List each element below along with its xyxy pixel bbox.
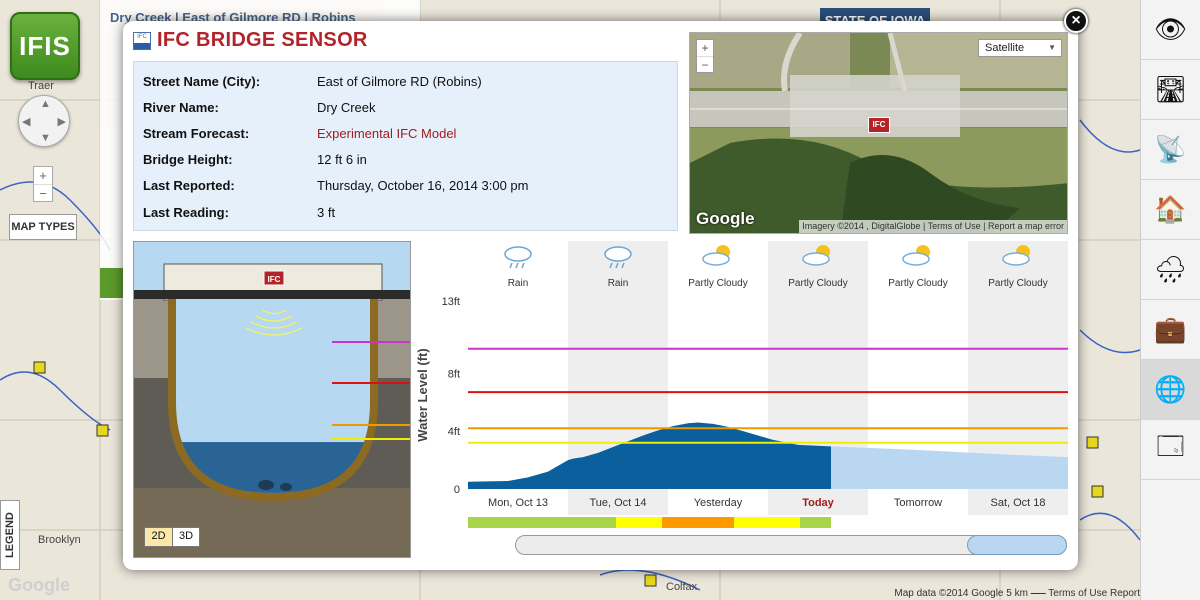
y-tick-label: 13ft (442, 296, 460, 308)
map-zoom-in-button[interactable]: + (34, 167, 52, 184)
weather-label: Partly Cloudy (988, 278, 1047, 289)
x-tick-label: Sat, Oct 18 (990, 497, 1045, 509)
pan-right-icon[interactable]: ▶ (58, 115, 66, 128)
info-label: Street Name (City): (143, 74, 261, 89)
x-tick-label: Tomorrow (894, 497, 942, 509)
water-level-chart: Rain Rain Partly Cloudy Partly Cloudy Partly… (413, 241, 1069, 558)
water-level-chart-svg: Rain Rain Partly Cloudy Partly Cloudy Partly… (415, 241, 1068, 528)
bridge-sensor-marker[interactable]: IFC (868, 117, 890, 133)
bridge-cross-section: IFC (134, 242, 410, 557)
right-sidebar: 👁 🛣 📡 🏠 🌧 💼 🌐 🗔 (1140, 0, 1200, 600)
view-toggle: 2D 3D (144, 527, 200, 547)
sidebar-item-road[interactable]: 🛣 (1141, 60, 1200, 120)
info-label: Stream Forecast: (143, 126, 250, 141)
x-tick-label: Tue, Oct 14 (589, 497, 646, 509)
satellite-zoom-out-button[interactable]: − (697, 56, 713, 72)
risk-bar-segment (616, 517, 662, 528)
satellite-attribution[interactable]: Imagery ©2014 , DigitalGlobe | Terms of … (799, 220, 1067, 233)
chart-scrollbar-thumb[interactable] (967, 535, 1067, 555)
chart-scrollbar[interactable] (515, 535, 1067, 555)
weather-label: Partly Cloudy (888, 278, 947, 289)
ifc-logo-icon: IFC (133, 31, 151, 50)
weather-label: Partly Cloudy (788, 278, 847, 289)
x-tick-label: Today (802, 497, 834, 509)
map-zoom-out-button[interactable]: − (34, 184, 52, 201)
place-label-colfax: Colfax (666, 581, 698, 593)
modal-header: IFC IFC BRIDGE SENSOR (133, 29, 368, 52)
info-label: Bridge Height: (143, 152, 233, 167)
sidebar-item-flood-house[interactable]: 🏠 (1141, 180, 1200, 240)
road-icon: 🛣 (1154, 74, 1188, 104)
sidebar-item-rain-cloud[interactable]: 🌧 (1141, 240, 1200, 300)
risk-bar-segment (800, 517, 831, 528)
satellite-dish-icon: 📡 (1154, 134, 1187, 164)
map-type-value: Satellite (985, 42, 1025, 54)
y-tick-label: 4ft (448, 426, 460, 438)
sidebar-item-satellite-dish[interactable]: 📡 (1141, 120, 1200, 180)
globe-icon: 🌐 (1154, 374, 1187, 404)
rain-cloud-icon (504, 246, 532, 269)
ifis-logo[interactable]: IFIS (10, 12, 80, 80)
x-tick-label: Yesterday (694, 497, 743, 509)
sidebar-item-briefcase[interactable]: 💼 (1141, 300, 1200, 360)
pan-down-icon[interactable]: ▼ (40, 132, 51, 144)
y-axis-label: Water Level (ft) (415, 348, 430, 441)
satellite-zoom-control: + − (696, 39, 714, 73)
pan-control[interactable]: ▲ ▼ ◀ ▶ (18, 95, 70, 147)
briefcase-icon: 💼 (1154, 314, 1187, 344)
info-label: Last Reported: (143, 178, 235, 193)
risk-bar-segment (468, 517, 616, 528)
bridge-sensor-modal: IFC IFC BRIDGE SENSOR Street Name (City)… (123, 21, 1078, 570)
flood-house-icon: 🏠 (1154, 194, 1187, 224)
map-types-button[interactable]: MAP TYPES (9, 214, 77, 240)
place-label-brooklyn: Brooklyn (38, 534, 81, 546)
weather-label: Rain (508, 278, 529, 289)
satellite-map[interactable]: + − Satellite ▼ IFC Google Imagery ©2014… (689, 32, 1068, 234)
diagram-ifc-marker: IFC (268, 275, 281, 284)
y-tick-label: 0 (454, 484, 460, 496)
info-label: Last Reading: (143, 205, 229, 220)
info-value: Dry Creek (317, 100, 376, 115)
view-2d-button[interactable]: 2D (145, 528, 172, 546)
bridge-diagram: IFC 2D 3D (133, 241, 411, 558)
google-logo: Google (8, 575, 70, 595)
info-label: River Name: (143, 100, 219, 115)
close-modal-button[interactable]: × (1064, 9, 1088, 33)
sidebar-item-globe[interactable]: 🌐 (1141, 360, 1200, 420)
partly-cloudy-icon (902, 245, 930, 266)
eye-icon: 👁 (1154, 14, 1188, 44)
info-value: 3 ft (317, 205, 336, 220)
legend-tab[interactable]: LEGEND (0, 500, 20, 570)
pan-up-icon[interactable]: ▲ (40, 98, 51, 110)
sidebar-item-window-cursor[interactable]: 🗔 (1141, 420, 1200, 480)
satellite-imagery (690, 33, 1067, 233)
modal-title: IFC BRIDGE SENSOR (157, 29, 368, 51)
place-label-traer: Traer (28, 80, 54, 92)
risk-bar-segment (734, 517, 800, 528)
weather-label: Partly Cloudy (688, 278, 747, 289)
info-value: East of Gilmore RD (Robins) (317, 74, 482, 89)
map-attribution[interactable]: Map data ©2014 Google 5 km ⎯⎯⎯ Terms of … (894, 588, 1140, 599)
info-value: 12 ft 6 in (317, 152, 367, 167)
pan-left-icon[interactable]: ◀ (22, 115, 30, 128)
sensor-info-panel: Street Name (City): East of Gilmore RD (R… (133, 61, 678, 231)
sidebar-item-eye[interactable]: 👁 (1141, 0, 1200, 60)
risk-bar-segment (662, 517, 734, 528)
google-logo: Google (696, 209, 755, 228)
map-zoom-control: + − (33, 166, 53, 202)
stream-forecast-link[interactable]: Experimental IFC Model (317, 126, 456, 141)
partly-cloudy-icon (702, 245, 730, 266)
map-type-select[interactable]: Satellite ▼ (978, 39, 1062, 57)
rain-cloud-icon: 🌧 (1154, 254, 1188, 284)
chevron-down-icon: ▼ (1048, 43, 1056, 52)
window-cursor-icon: 🗔 (1156, 430, 1185, 461)
x-tick-label: Mon, Oct 13 (488, 497, 548, 509)
weather-label: Rain (608, 278, 629, 289)
view-3d-button[interactable]: 3D (172, 528, 199, 546)
y-tick-label: 8ft (448, 368, 460, 380)
info-value: Thursday, October 16, 2014 3:00 pm (317, 178, 529, 193)
satellite-zoom-in-button[interactable]: + (697, 40, 713, 56)
